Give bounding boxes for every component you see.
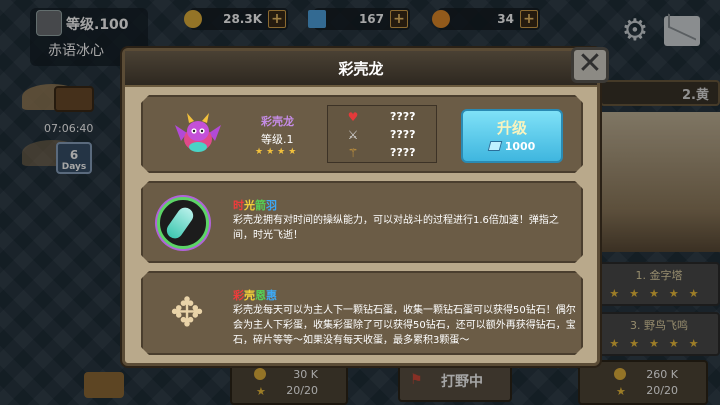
sword-icon: ⚔ <box>347 128 359 142</box>
modal-title: 彩壳龙 <box>338 60 384 78</box>
skill-description: 彩壳龙每天可以为主人下一颗钻石蛋，收集一颗钻石蛋可以获得50钻石！偶尔会为主人下… <box>233 305 576 346</box>
hero-summary-panel: 彩壳龙 等级.1 ★★★★ ♥ ???? ⚔ ???? ⚚ ???? 升级 10… <box>141 95 583 173</box>
stat-row-health: ♥ ???? <box>328 108 438 126</box>
skill-panel-shell-grace: ✥ 彩壳恩惠 彩壳龙每天可以为主人下一颗钻石蛋，收集一颗钻石蛋可以获得50钻石！… <box>141 271 583 355</box>
stats-box: ♥ ???? ⚔ ???? ⚚ ???? <box>327 105 437 163</box>
stat-value: ???? <box>390 110 416 123</box>
upgrade-cost: 1000 <box>463 140 561 153</box>
upgrade-button[interactable]: 升级 1000 <box>461 109 563 163</box>
skill-title: 时光箭羽 <box>233 197 277 213</box>
feather-skill-icon[interactable] <box>157 197 209 249</box>
hero-detail-modal: 彩壳龙 ✕ 彩壳龙 等级.1 ★★★★ ♥ ???? ⚔ ???? ⚚ ????… <box>122 47 609 366</box>
modal-header: 彩壳龙 <box>125 51 597 87</box>
skill-title-char: 时 <box>233 199 244 212</box>
stat-row-attack: ⚔ ???? <box>328 126 438 144</box>
skill-title-char: 箭 <box>255 199 266 212</box>
gem-icon <box>487 141 502 151</box>
skill-description: 彩壳龙拥有对时间的操纵能力，可以对战斗的过程进行1.6倍加速！弹指之间，时光飞逝… <box>233 215 559 241</box>
dragon-portrait <box>173 111 223 157</box>
hero-stars: ★★★★ <box>255 147 300 157</box>
stat-value: ???? <box>390 128 416 141</box>
staff-icon: ⚚ <box>347 146 359 160</box>
skill-title-char: 光 <box>244 199 255 212</box>
skill-title-char: 惠 <box>266 289 277 302</box>
stat-value: ???? <box>390 146 416 159</box>
skill-title-char: 羽 <box>266 199 277 212</box>
stat-row-magic: ⚚ ???? <box>328 144 438 162</box>
close-button[interactable]: ✕ <box>571 47 609 83</box>
sparkle-skill-icon[interactable]: ✥ <box>161 287 213 339</box>
skill-title-char: 壳 <box>244 289 255 302</box>
hero-level: 等级.1 <box>261 133 294 146</box>
hero-name: 彩壳龙 <box>261 115 294 128</box>
skill-title-char: 恩 <box>255 289 266 302</box>
close-icon: ✕ <box>577 46 603 81</box>
skill-panel-time-feather: 时光箭羽 彩壳龙拥有对时间的操纵能力，可以对战斗的过程进行1.6倍加速！弹指之间… <box>141 181 583 263</box>
skill-title-char: 彩 <box>233 289 244 302</box>
upgrade-cost-value: 1000 <box>504 140 536 153</box>
skill-title: 彩壳恩惠 <box>233 287 277 303</box>
heart-icon: ♥ <box>347 110 359 124</box>
upgrade-label: 升级 <box>496 119 527 137</box>
